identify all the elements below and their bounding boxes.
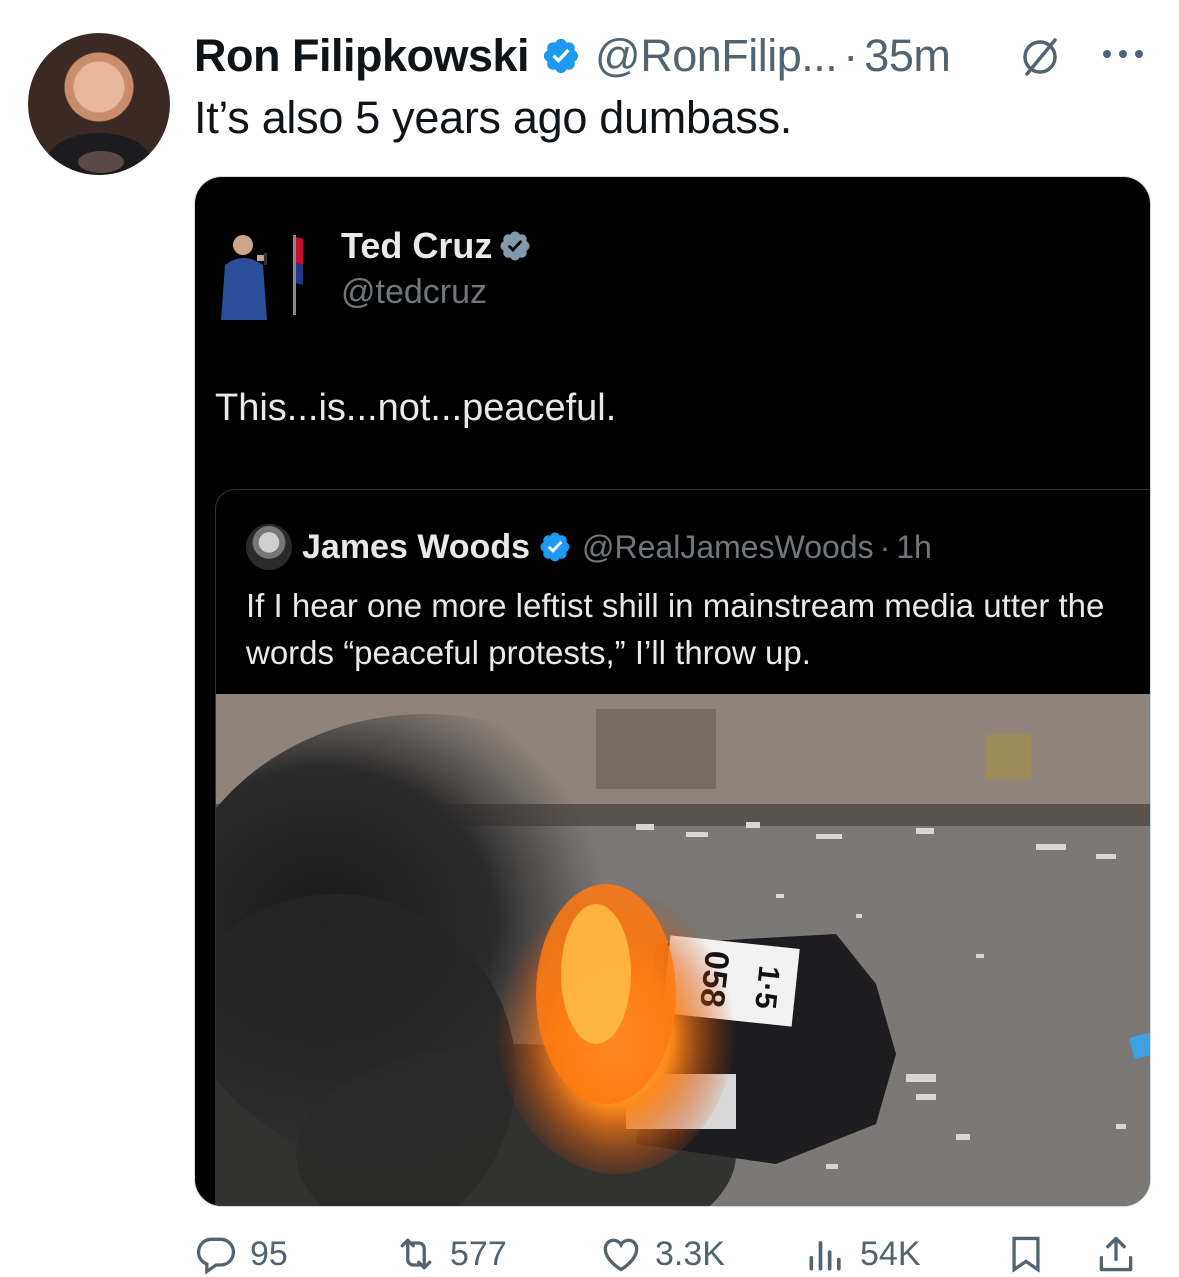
- bookmark-button[interactable]: [1004, 1232, 1060, 1276]
- tweet-header: Ron Filipkowski @RonFilip... · 35m: [194, 30, 951, 82]
- grok-icon[interactable]: [1015, 34, 1065, 80]
- separator-dot: ·: [843, 30, 859, 81]
- views-count: 54K: [860, 1234, 921, 1273]
- nested-quote-header: James Woods @RealJamesWoods · 1h: [246, 524, 932, 570]
- ted-cruz-name-text: Ted Cruz: [341, 225, 493, 266]
- svg-text:1·5: 1·5: [748, 964, 785, 1011]
- author-handle[interactable]: @RonFilip...: [595, 30, 838, 82]
- james-woods-time: 1h: [896, 528, 932, 565]
- more-options-icon[interactable]: [1100, 44, 1146, 64]
- james-woods-name: James Woods: [302, 527, 531, 566]
- ted-cruz-tweet-text: This...is...not...peaceful.: [215, 387, 617, 429]
- burning-police-car-video[interactable]: 058 1·5: [216, 694, 1151, 1207]
- reply-count: 95: [250, 1234, 288, 1273]
- reply-button[interactable]: 95: [194, 1232, 288, 1276]
- ted-cruz-name: Ted Cruz: [341, 225, 532, 267]
- timestamp[interactable]: 35m: [864, 30, 951, 82]
- ted-cruz-avatar: [219, 225, 305, 325]
- james-woods-handle: @RealJamesWoods: [582, 528, 874, 565]
- views-chart-icon: [809, 1241, 841, 1271]
- tweet-actions: 95 577 3.3K 54K: [194, 1232, 1154, 1276]
- james-woods-tweet-text: If I hear one more leftist shill in main…: [246, 587, 1105, 671]
- retweet-button[interactable]: 577: [394, 1232, 507, 1276]
- author-name[interactable]: Ron Filipkowski: [194, 30, 530, 82]
- ted-cruz-handle: @tedcruz: [341, 273, 488, 311]
- views-button[interactable]: 54K: [804, 1232, 921, 1276]
- heart-icon: [603, 1238, 639, 1272]
- verified-badge-icon: [540, 532, 570, 562]
- nested-quote-card: James Woods @RealJamesWoods · 1h If I he…: [215, 489, 1151, 1207]
- attached-screenshot[interactable]: Ted Cruz @tedcruz This...is...not...peac…: [194, 176, 1151, 1207]
- retweet-icon: [400, 1238, 432, 1270]
- like-button[interactable]: 3.3K: [599, 1232, 725, 1276]
- reply-icon: [196, 1237, 236, 1275]
- share-button[interactable]: [1094, 1232, 1150, 1276]
- share-icon: [1099, 1236, 1133, 1272]
- author-avatar[interactable]: [28, 33, 170, 175]
- james-woods-avatar: [246, 524, 292, 570]
- retweet-count: 577: [450, 1234, 507, 1273]
- tweet-text: It’s also 5 years ago dumbass.: [194, 92, 792, 143]
- verified-badge-icon[interactable]: [541, 36, 581, 76]
- separator-dot: ·: [879, 528, 891, 565]
- verified-gray-badge-icon: [500, 231, 530, 261]
- bookmark-icon: [1012, 1236, 1040, 1273]
- like-count: 3.3K: [655, 1234, 725, 1273]
- avatar-mic: [78, 151, 124, 173]
